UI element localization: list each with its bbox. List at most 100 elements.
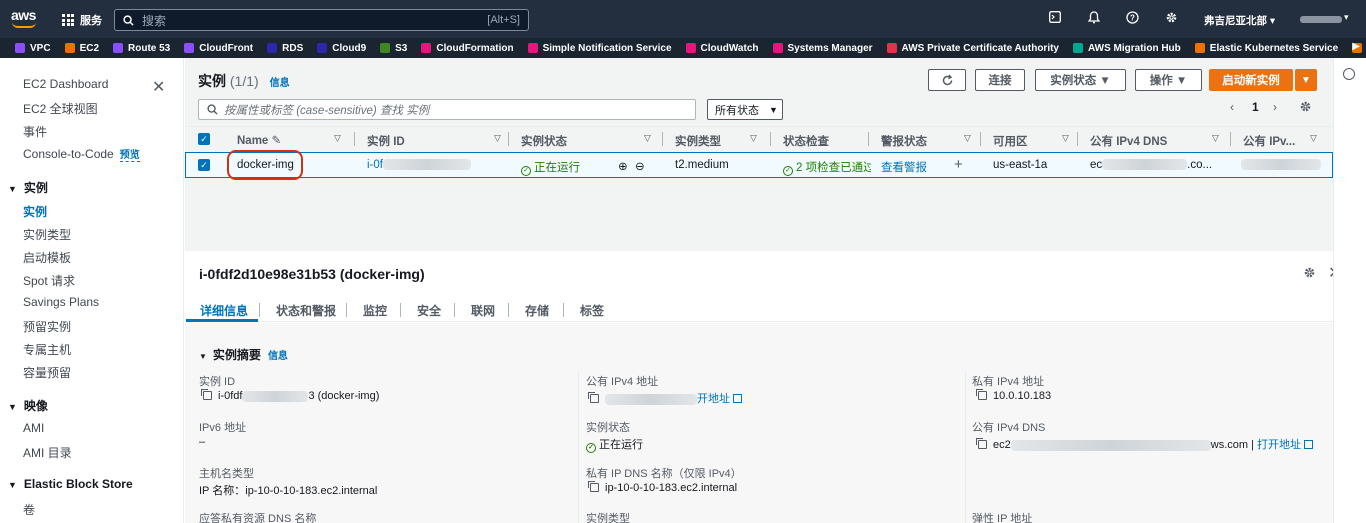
sort-icon[interactable]: ▽ [1310,133,1317,144]
next-page-icon[interactable]: › [1273,100,1277,114]
favorite-item[interactable]: Route 53 [113,43,170,54]
launch-instance-button[interactable]: 启动新实例 [1209,69,1293,91]
favorite-item[interactable]: CloudFront [184,43,253,54]
sidebar-item-dashboard[interactable]: EC2 Dashboard [23,77,108,91]
sidebar-item-ami[interactable]: AMI [23,421,44,435]
column-header-alarm[interactable]: 警报状态 [881,133,927,149]
column-header-public-ip[interactable]: 公有 IPv... [1243,133,1295,149]
open-address-link[interactable]: 打开地址 [1257,439,1301,451]
sidebar-item-events[interactable]: 事件 [23,123,47,140]
column-divider[interactable] [354,132,355,146]
instance-state-button[interactable]: 实例状态 ▼ [1035,69,1126,91]
open-address-link[interactable]: 开地址 [697,393,730,405]
tab-status-alarms[interactable]: 状态和警报 [276,302,336,319]
select-all-checkbox[interactable]: ✓ [198,133,210,145]
favorite-item[interactable]: AWS Migration Hub [1073,43,1181,54]
column-header-name[interactable]: Name ✎ [237,133,281,147]
launch-dropdown-button[interactable]: ▼ [1295,69,1317,91]
global-search-input[interactable]: 搜索 [Alt+S] [114,9,529,31]
tab-details[interactable]: 详细信息 [200,302,248,319]
view-alarms-link[interactable]: 查看警报 [881,159,927,175]
tab-security[interactable]: 安全 [417,302,441,319]
services-menu-button[interactable]: 服务 [62,12,102,28]
sidebar-item-instance-types[interactable]: 实例类型 [23,226,71,243]
column-header-type[interactable]: 实例类型 [675,133,721,149]
info-link[interactable]: 信息 [270,78,290,89]
add-alarm-icon[interactable]: + [954,156,963,173]
column-header-instance-id[interactable]: 实例 ID [367,133,405,149]
copy-icon[interactable] [201,389,212,400]
favorite-item[interactable]: S3 [380,43,407,54]
actions-button[interactable]: 操作 ▼ [1135,69,1202,91]
tab-storage[interactable]: 存储 [525,302,549,319]
favorite-item[interactable]: AWS Private Certificate Authority [886,43,1059,54]
sidebar-section-ebs[interactable]: ▼ Elastic Block Store [8,477,133,491]
sidebar-item-capacity-reservations[interactable]: 容量预留 [23,364,71,381]
favorite-item[interactable]: Elastic Kubernetes Service [1194,43,1338,54]
favorite-item[interactable]: Simple Notification Service [527,43,672,54]
info-link[interactable]: 信息 [268,351,288,362]
favorite-item[interactable]: VPC [15,43,51,54]
summary-section-header[interactable]: ▼ 实例摘要 信息 [199,346,288,363]
account-menu[interactable] [1300,16,1342,23]
sidebar-item-global-view[interactable]: EC2 全球视图 [23,100,98,117]
sort-icon[interactable]: ▽ [1212,133,1219,144]
chevron-right-icon[interactable]: ▶ [1352,41,1360,52]
help-icon[interactable]: ? [1126,11,1139,27]
sidebar-item-volumes[interactable]: 卷 [23,501,35,518]
copy-icon[interactable] [976,389,987,400]
sort-icon[interactable]: ▽ [494,133,501,144]
column-header-public-dns[interactable]: 公有 IPv4 DNS [1090,133,1167,149]
gear-icon[interactable] [1165,11,1178,27]
column-divider[interactable] [662,132,663,146]
favorite-item[interactable]: CloudFormation [421,43,514,54]
column-divider[interactable] [1077,132,1078,146]
column-header-state[interactable]: 实例状态 [521,133,567,149]
copy-icon[interactable] [588,481,599,492]
sort-icon[interactable]: ▽ [964,133,971,144]
tab-monitoring[interactable]: 监控 [363,302,387,319]
instance-filter-input[interactable]: 按属性或标签 (case-sensitive) 查找 实例 [198,99,696,120]
region-selector[interactable]: 弗吉尼亚北部 ▾ [1204,13,1275,28]
tab-tags[interactable]: 标签 [580,302,604,319]
table-row[interactable]: ✓ docker-img i-0f ✓ 正在运行 ⊕ ⊖ t2.medium ✓ 2… [185,152,1333,178]
bell-icon[interactable] [1087,11,1101,27]
column-divider[interactable] [980,132,981,146]
column-header-status-check[interactable]: 状态检查 [783,133,829,149]
status-filter-select[interactable]: 所有状态 ▼ [707,99,783,120]
sidebar-item-spot-requests[interactable]: Spot 请求 [23,272,75,289]
aws-logo[interactable]: aws [11,8,39,30]
column-divider[interactable] [508,132,509,146]
sidebar-item-reserved-instances[interactable]: 预留实例 [23,318,71,335]
column-divider[interactable] [1230,132,1231,146]
sidebar-item-dedicated-hosts[interactable]: 专属主机 [23,341,71,358]
page-number[interactable]: 1 [1252,100,1259,114]
copy-icon[interactable] [588,392,599,403]
sort-icon[interactable]: ▽ [1062,133,1069,144]
sidebar-item-savings-plans[interactable]: Savings Plans [23,295,99,309]
settings-icon[interactable] [1303,266,1316,282]
column-divider[interactable] [770,132,771,146]
info-circle-icon[interactable] [1343,68,1355,80]
zoom-in-icon[interactable]: ⊕ [618,159,628,173]
tab-networking[interactable]: 联网 [471,302,495,319]
column-header-az[interactable]: 可用区 [993,133,1028,149]
cloudshell-icon[interactable] [1049,11,1061,26]
table-settings-icon[interactable] [1299,100,1312,116]
sort-icon[interactable]: ▽ [644,133,651,144]
favorite-item[interactable]: Cloud9 [317,43,366,54]
connect-button[interactable]: 连接 [975,69,1025,91]
copy-icon[interactable] [976,438,987,449]
favorite-item[interactable]: EC2 [64,43,99,54]
column-divider[interactable] [868,132,869,146]
prev-page-icon[interactable]: ‹ [1230,100,1234,114]
favorite-item[interactable]: RDS [267,43,303,54]
row-checkbox[interactable]: ✓ [198,159,210,171]
sort-icon[interactable]: ▽ [750,133,757,144]
close-icon[interactable]: ✕ [152,77,165,97]
favorite-item[interactable]: CloudWatch [685,43,759,54]
sidebar-item-console-to-code[interactable]: Console-to-Code 预览 [23,146,140,162]
sort-icon[interactable]: ▽ [334,133,341,144]
sidebar-item-instances[interactable]: 实例 [23,203,47,220]
sidebar-item-ami-catalog[interactable]: AMI 目录 [23,444,72,461]
